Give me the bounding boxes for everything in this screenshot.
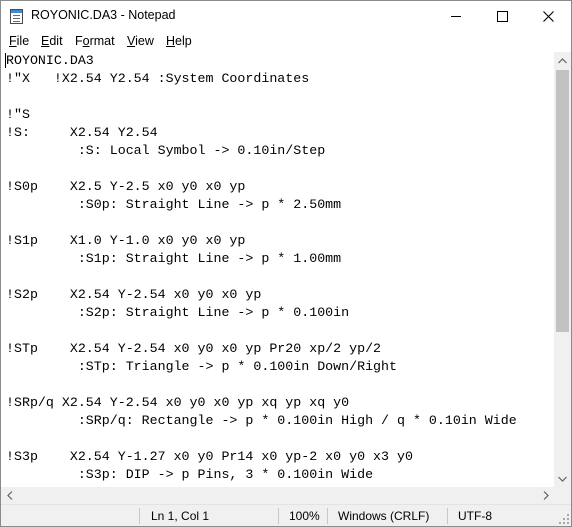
title-bar[interactable]: ROYONIC.DA3 - Notepad: [1, 1, 571, 31]
menu-format[interactable]: Format: [75, 34, 115, 48]
scroll-left-button[interactable]: [1, 487, 18, 504]
maximize-button[interactable]: [479, 1, 525, 31]
window-title: ROYONIC.DA3 - Notepad: [31, 8, 176, 22]
minimize-icon: [451, 16, 461, 17]
maximize-icon: [496, 10, 508, 22]
zoom-level: 100%: [289, 509, 320, 523]
close-icon: [542, 10, 554, 22]
editor-line[interactable]: !S1p X1.0 Y-1.0 x0 y0 x0 yp: [6, 233, 245, 248]
status-separator: [278, 508, 279, 524]
scroll-down-button[interactable]: [554, 470, 571, 487]
cursor-position: Ln 1, Col 1: [151, 509, 210, 523]
editor-line[interactable]: :STp: Triangle -> p * 0.100in Down/Right: [6, 359, 397, 374]
editor-line[interactable]: :S: Local Symbol -> 0.10in/Step: [6, 143, 325, 158]
chevron-left-icon: [6, 491, 12, 500]
editor-line[interactable]: :S0p: Straight Line -> p * 2.50mm: [6, 197, 341, 212]
vertical-scroll-thumb[interactable]: [556, 70, 569, 332]
chevron-up-icon: [558, 57, 567, 63]
scroll-right-button[interactable]: [537, 487, 554, 504]
editor-line[interactable]: !S0p X2.5 Y-2.5 x0 y0 x0 yp: [6, 179, 245, 194]
status-separator: [327, 508, 328, 524]
menu-help[interactable]: Help: [166, 34, 192, 48]
resize-grip-icon[interactable]: [559, 514, 569, 524]
chevron-right-icon: [543, 491, 549, 500]
editor-line[interactable]: !S2p X2.54 Y-2.54 x0 y0 x0 yp: [6, 287, 261, 302]
notepad-icon[interactable]: [10, 9, 23, 24]
minimize-button[interactable]: [433, 1, 479, 31]
editor-line[interactable]: :S3p: DIP -> p Pins, 3 * 0.100in Wide: [6, 467, 373, 482]
encoding: UTF-8: [458, 509, 492, 523]
vertical-scrollbar[interactable]: [554, 52, 571, 487]
editor-line[interactable]: !"X !X2.54 Y2.54 :System Coordinates: [6, 71, 309, 86]
text-editor[interactable]: ROYONIC.DA3 !"X !X2.54 Y2.54 :System Coo…: [1, 52, 554, 487]
menu-file[interactable]: File: [9, 34, 29, 48]
editor-line[interactable]: !"S: [6, 107, 30, 122]
scrollbar-corner: [554, 487, 571, 504]
menu-format-rest: rmat: [89, 34, 115, 48]
close-button[interactable]: [525, 1, 571, 31]
editor-line[interactable]: !S3p X2.54 Y-1.27 x0 y0 Pr14 x0 yp-2 x0 …: [6, 449, 413, 464]
status-separator: [139, 508, 140, 524]
menu-view[interactable]: View: [127, 34, 154, 48]
editor-line[interactable]: :S1p: Straight Line -> p * 1.00mm: [6, 251, 341, 266]
notepad-window: ROYONIC.DA3 - Notepad File Edit Format V…: [0, 0, 572, 527]
menu-bar: File Edit Format View Help: [1, 31, 571, 52]
chevron-down-icon: [558, 476, 567, 482]
status-separator: [447, 508, 448, 524]
scroll-up-button[interactable]: [554, 52, 571, 69]
editor-line[interactable]: !STp X2.54 Y-2.54 x0 y0 x0 yp Pr20 xp/2 …: [6, 341, 381, 356]
editor-line[interactable]: :SRp/q: Rectangle -> p * 0.100in High / …: [6, 413, 517, 428]
editor-content[interactable]: ROYONIC.DA3 !"X !X2.54 Y2.54 :System Coo…: [1, 52, 554, 487]
editor-line[interactable]: :S2p: Straight Line -> p * 0.100in: [6, 305, 349, 320]
status-bar: Ln 1, Col 1 100% Windows (CRLF) UTF-8: [1, 504, 571, 526]
line-ending: Windows (CRLF): [338, 509, 430, 523]
menu-edit[interactable]: Edit: [41, 34, 63, 48]
editor-line[interactable]: ROYONIC.DA3: [6, 53, 94, 68]
editor-line[interactable]: !SRp/q X2.54 Y-2.54 x0 y0 x0 yp xq yp xq…: [6, 395, 349, 410]
text-caret: [5, 53, 6, 68]
editor-line[interactable]: !S: X2.54 Y2.54: [6, 125, 158, 140]
horizontal-scrollbar[interactable]: [1, 487, 554, 504]
